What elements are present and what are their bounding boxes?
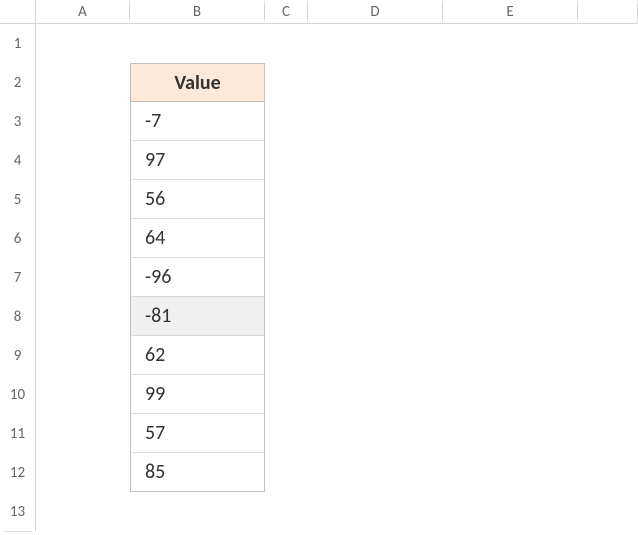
cell[interactable] <box>308 258 443 297</box>
cell[interactable] <box>308 141 443 180</box>
cell[interactable] <box>308 63 443 102</box>
cell[interactable] <box>578 180 638 219</box>
column-header[interactable]: B <box>130 0 265 24</box>
cell[interactable] <box>443 492 578 531</box>
cell[interactable] <box>265 375 308 414</box>
column-header[interactable]: E <box>443 0 578 24</box>
cell[interactable] <box>443 63 578 102</box>
cell[interactable] <box>308 180 443 219</box>
cell[interactable] <box>36 102 130 141</box>
cell[interactable] <box>578 141 638 180</box>
cell[interactable] <box>578 297 638 336</box>
cell[interactable] <box>130 492 265 531</box>
cell[interactable] <box>443 297 578 336</box>
cell[interactable] <box>443 102 578 141</box>
select-all-corner[interactable] <box>0 0 36 24</box>
cell[interactable] <box>36 219 130 258</box>
cell[interactable] <box>36 453 130 492</box>
cell[interactable] <box>36 375 130 414</box>
cell[interactable] <box>308 336 443 375</box>
cell[interactable] <box>443 180 578 219</box>
cell[interactable] <box>36 24 130 63</box>
spreadsheet-grid[interactable]: ABCDE 12 Value 3 -7 4 97 5 56 6 64 7 -96 8 -81 9 62 10 99 1… <box>0 0 638 531</box>
cell[interactable] <box>578 258 638 297</box>
cell[interactable] <box>265 492 308 531</box>
cell[interactable] <box>265 63 308 102</box>
table-data-cell[interactable]: 99 <box>130 375 265 414</box>
cell[interactable] <box>578 453 638 492</box>
column-header[interactable]: D <box>308 0 443 24</box>
row-header[interactable]: 12 <box>0 453 36 492</box>
cell[interactable] <box>578 414 638 453</box>
cell[interactable] <box>443 336 578 375</box>
row-header[interactable]: 8 <box>0 297 36 336</box>
table-data-cell[interactable]: 64 <box>130 219 265 258</box>
row-header[interactable]: 3 <box>0 102 36 141</box>
table-data-cell[interactable]: -7 <box>130 102 265 141</box>
cell[interactable] <box>308 24 443 63</box>
table-data-cell[interactable]: 62 <box>130 336 265 375</box>
table-data-cell[interactable]: -81 <box>130 297 265 336</box>
cell[interactable] <box>265 297 308 336</box>
cell[interactable] <box>265 102 308 141</box>
cell[interactable] <box>265 258 308 297</box>
column-header[interactable]: C <box>265 0 308 24</box>
cell[interactable] <box>443 375 578 414</box>
cell[interactable] <box>578 24 638 63</box>
row-header[interactable]: 5 <box>0 180 36 219</box>
cell[interactable] <box>265 219 308 258</box>
cell[interactable] <box>36 63 130 102</box>
cell[interactable] <box>36 336 130 375</box>
row-header[interactable]: 1 <box>0 24 36 63</box>
cell[interactable] <box>265 453 308 492</box>
cell[interactable] <box>578 63 638 102</box>
row-header[interactable]: 7 <box>0 258 36 297</box>
cell[interactable] <box>36 297 130 336</box>
cell[interactable] <box>578 336 638 375</box>
cell[interactable] <box>36 492 130 531</box>
cell[interactable] <box>265 180 308 219</box>
cell[interactable] <box>265 336 308 375</box>
cell[interactable] <box>308 375 443 414</box>
cell[interactable] <box>36 141 130 180</box>
row-header[interactable]: 13 <box>0 492 36 531</box>
cell[interactable] <box>443 414 578 453</box>
row-header[interactable]: 9 <box>0 336 36 375</box>
table-data-cell[interactable]: 97 <box>130 141 265 180</box>
cell[interactable] <box>578 375 638 414</box>
row-header[interactable]: 11 <box>0 414 36 453</box>
cell[interactable] <box>36 180 130 219</box>
row-header[interactable]: 6 <box>0 219 36 258</box>
cell[interactable] <box>265 24 308 63</box>
table-data-cell[interactable]: 85 <box>130 453 265 492</box>
row-header[interactable]: 2 <box>0 63 36 102</box>
cell[interactable] <box>443 258 578 297</box>
cell[interactable] <box>443 24 578 63</box>
cell[interactable] <box>443 141 578 180</box>
cell[interactable] <box>265 141 308 180</box>
cell[interactable] <box>308 219 443 258</box>
table-header-cell[interactable]: Value <box>130 63 265 102</box>
table-data-cell[interactable]: 57 <box>130 414 265 453</box>
cell[interactable] <box>308 492 443 531</box>
table-data-cell[interactable]: -96 <box>130 258 265 297</box>
row-header[interactable]: 4 <box>0 141 36 180</box>
cell[interactable] <box>443 453 578 492</box>
column-header[interactable]: A <box>36 0 130 24</box>
cell[interactable] <box>578 219 638 258</box>
row-header[interactable]: 10 <box>0 375 36 414</box>
cell[interactable] <box>308 102 443 141</box>
cell[interactable] <box>130 24 265 63</box>
cell[interactable] <box>308 297 443 336</box>
cell[interactable] <box>36 258 130 297</box>
table-data-cell[interactable]: 56 <box>130 180 265 219</box>
cell[interactable] <box>578 492 638 531</box>
cell[interactable] <box>308 453 443 492</box>
cell[interactable] <box>36 414 130 453</box>
cell[interactable] <box>578 102 638 141</box>
cell[interactable] <box>308 414 443 453</box>
cell[interactable] <box>265 414 308 453</box>
cell[interactable] <box>443 219 578 258</box>
column-header[interactable] <box>578 0 638 24</box>
